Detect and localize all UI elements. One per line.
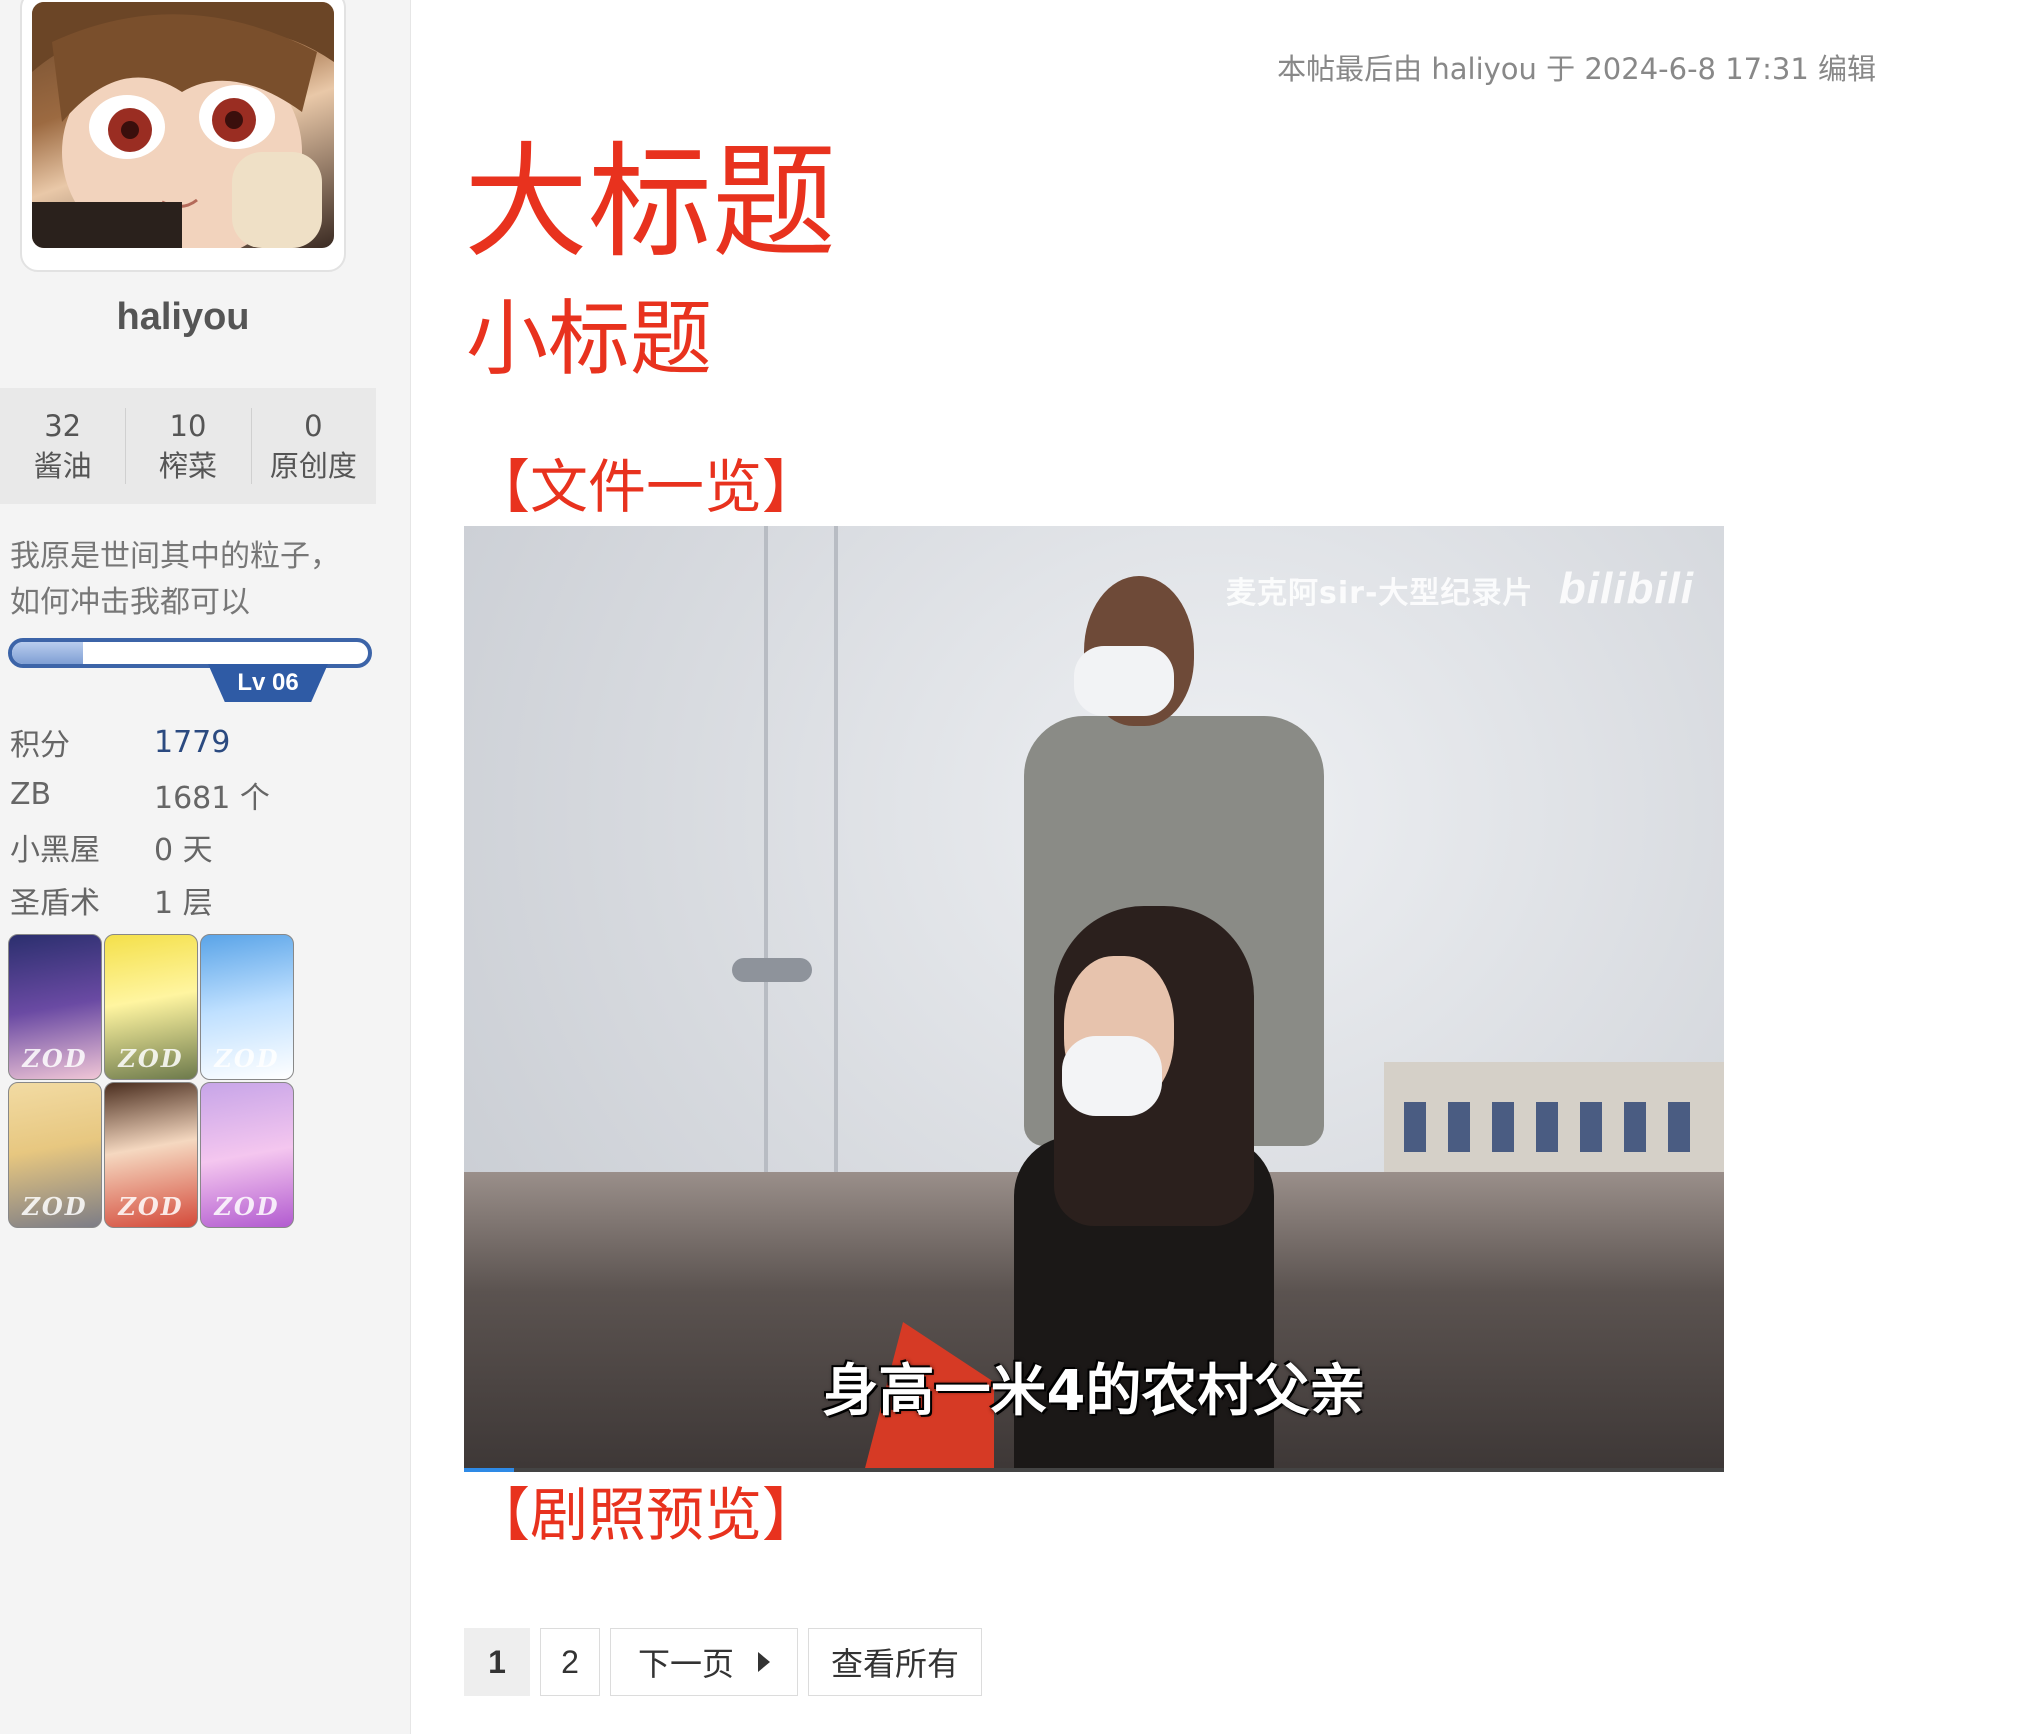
author-stats: 32 酱油 10 榨菜 0 原创度 <box>0 388 376 504</box>
author-signature: 我原是世间其中的粒子， 如何冲击我都可以 <box>10 534 370 626</box>
video-progress-fill <box>464 1468 515 1472</box>
medal-icon[interactable]: ZOD <box>200 934 294 1080</box>
medal-icon[interactable]: ZOD <box>104 934 198 1080</box>
stat-zhacai[interactable]: 10 榨菜 <box>125 388 250 504</box>
medal-logo: ZOD <box>214 1192 280 1221</box>
level-progress-fill <box>12 642 84 664</box>
forum-post-page: haliyou 32 酱油 10 榨菜 0 原创度 我原是世间其中的粒子， 如何… <box>0 0 2036 1734</box>
chevron-right-icon <box>758 1652 770 1672</box>
medal-icon[interactable]: ZOD <box>104 1082 198 1228</box>
info-row-points: 积分 1779 <box>10 716 370 769</box>
medal-logo: ZOD <box>22 1192 88 1221</box>
medal-icon[interactable]: ZOD <box>8 1082 102 1228</box>
stat-value: 32 <box>44 409 82 443</box>
video-watermark: 麦克阿sir-大型纪录片 bilibili <box>1226 564 1694 614</box>
info-row-blackroom: 小黑屋 0 天 <box>10 821 370 874</box>
level-progress-bar <box>8 638 372 668</box>
page-1-current[interactable]: 1 <box>464 1628 530 1696</box>
medal-icon[interactable]: ZOD <box>8 934 102 1080</box>
stat-label: 酱油 <box>33 449 92 483</box>
info-label: 积分 <box>10 728 70 764</box>
info-value-shield: 1 层 <box>154 885 213 921</box>
stat-label: 榨菜 <box>158 449 217 483</box>
next-page-button[interactable]: 下一页 <box>610 1628 798 1696</box>
signature-line: 如何冲击我都可以 <box>10 585 250 620</box>
info-value-zb: 1681 个 <box>154 780 270 816</box>
info-label: 小黑屋 <box>10 833 100 869</box>
stat-value: 10 <box>169 409 207 443</box>
medal-logo: ZOD <box>118 1192 184 1221</box>
signature-line: 我原是世间其中的粒子， <box>10 539 340 574</box>
video-subtitle: 身高一米4的农村父亲 <box>822 1359 1366 1424</box>
post-big-title: 大标题 <box>464 131 837 275</box>
stat-label: 原创度 <box>269 449 357 483</box>
author-info-table: 积分 1779 ZB 1681 个 小黑屋 0 天 圣盾术 1 层 <box>10 716 370 926</box>
author-sidebar: haliyou 32 酱油 10 榨菜 0 原创度 我原是世间其中的粒子， 如何… <box>0 0 411 1734</box>
info-label: ZB <box>10 777 52 813</box>
info-label: 圣盾术 <box>10 885 100 921</box>
medal-grid: ZOD ZOD ZOD ZOD ZOD ZOD <box>8 934 308 1228</box>
video-scene-pole <box>764 526 768 1232</box>
video-scene-pole <box>834 526 838 1232</box>
watermark-text: 麦克阿sir-大型纪录片 <box>1226 576 1534 611</box>
medal-logo: ZOD <box>214 1044 280 1073</box>
edit-note: 本帖最后由 haliyou 于 2024-6-8 17:31 编辑 <box>1277 52 1876 86</box>
avatar[interactable] <box>32 2 334 248</box>
author-username[interactable]: haliyou <box>0 296 366 339</box>
bilibili-logo: bilibili <box>1558 564 1694 613</box>
avatar-illustration <box>32 2 334 248</box>
next-page-label: 下一页 <box>637 1645 734 1683</box>
medal-icon[interactable]: ZOD <box>200 1082 294 1228</box>
video-scene-lamp <box>732 958 812 982</box>
info-value-points[interactable]: 1779 <box>154 725 230 760</box>
post-sub-title: 小标题 <box>466 292 713 387</box>
medal-logo: ZOD <box>22 1044 88 1073</box>
stat-value: 0 <box>304 409 323 443</box>
stat-jiangyou[interactable]: 32 酱油 <box>0 388 125 504</box>
info-row-shield: 圣盾术 1 层 <box>10 874 370 927</box>
level-badge: Lv 06 <box>208 664 328 702</box>
section-files-heading: 【文件一览】 <box>472 453 821 521</box>
avatar-frame[interactable] <box>20 0 346 272</box>
stat-originality[interactable]: 0 原创度 <box>250 388 376 504</box>
view-all-button[interactable]: 查看所有 <box>808 1628 982 1696</box>
info-value-blackroom: 0 天 <box>154 833 213 869</box>
page-2-link[interactable]: 2 <box>540 1628 600 1696</box>
pagination: 1 2 下一页 查看所有 <box>464 1628 982 1696</box>
info-row-zb: ZB 1681 个 <box>10 769 370 822</box>
embedded-video-player[interactable]: 麦克阿sir-大型纪录片 bilibili 身高一米4的农村父亲 <box>464 526 1724 1472</box>
medal-logo: ZOD <box>118 1044 184 1073</box>
section-preview-heading: 【剧照预览】 <box>472 1481 821 1549</box>
video-progress-bar[interactable] <box>464 1468 1724 1472</box>
